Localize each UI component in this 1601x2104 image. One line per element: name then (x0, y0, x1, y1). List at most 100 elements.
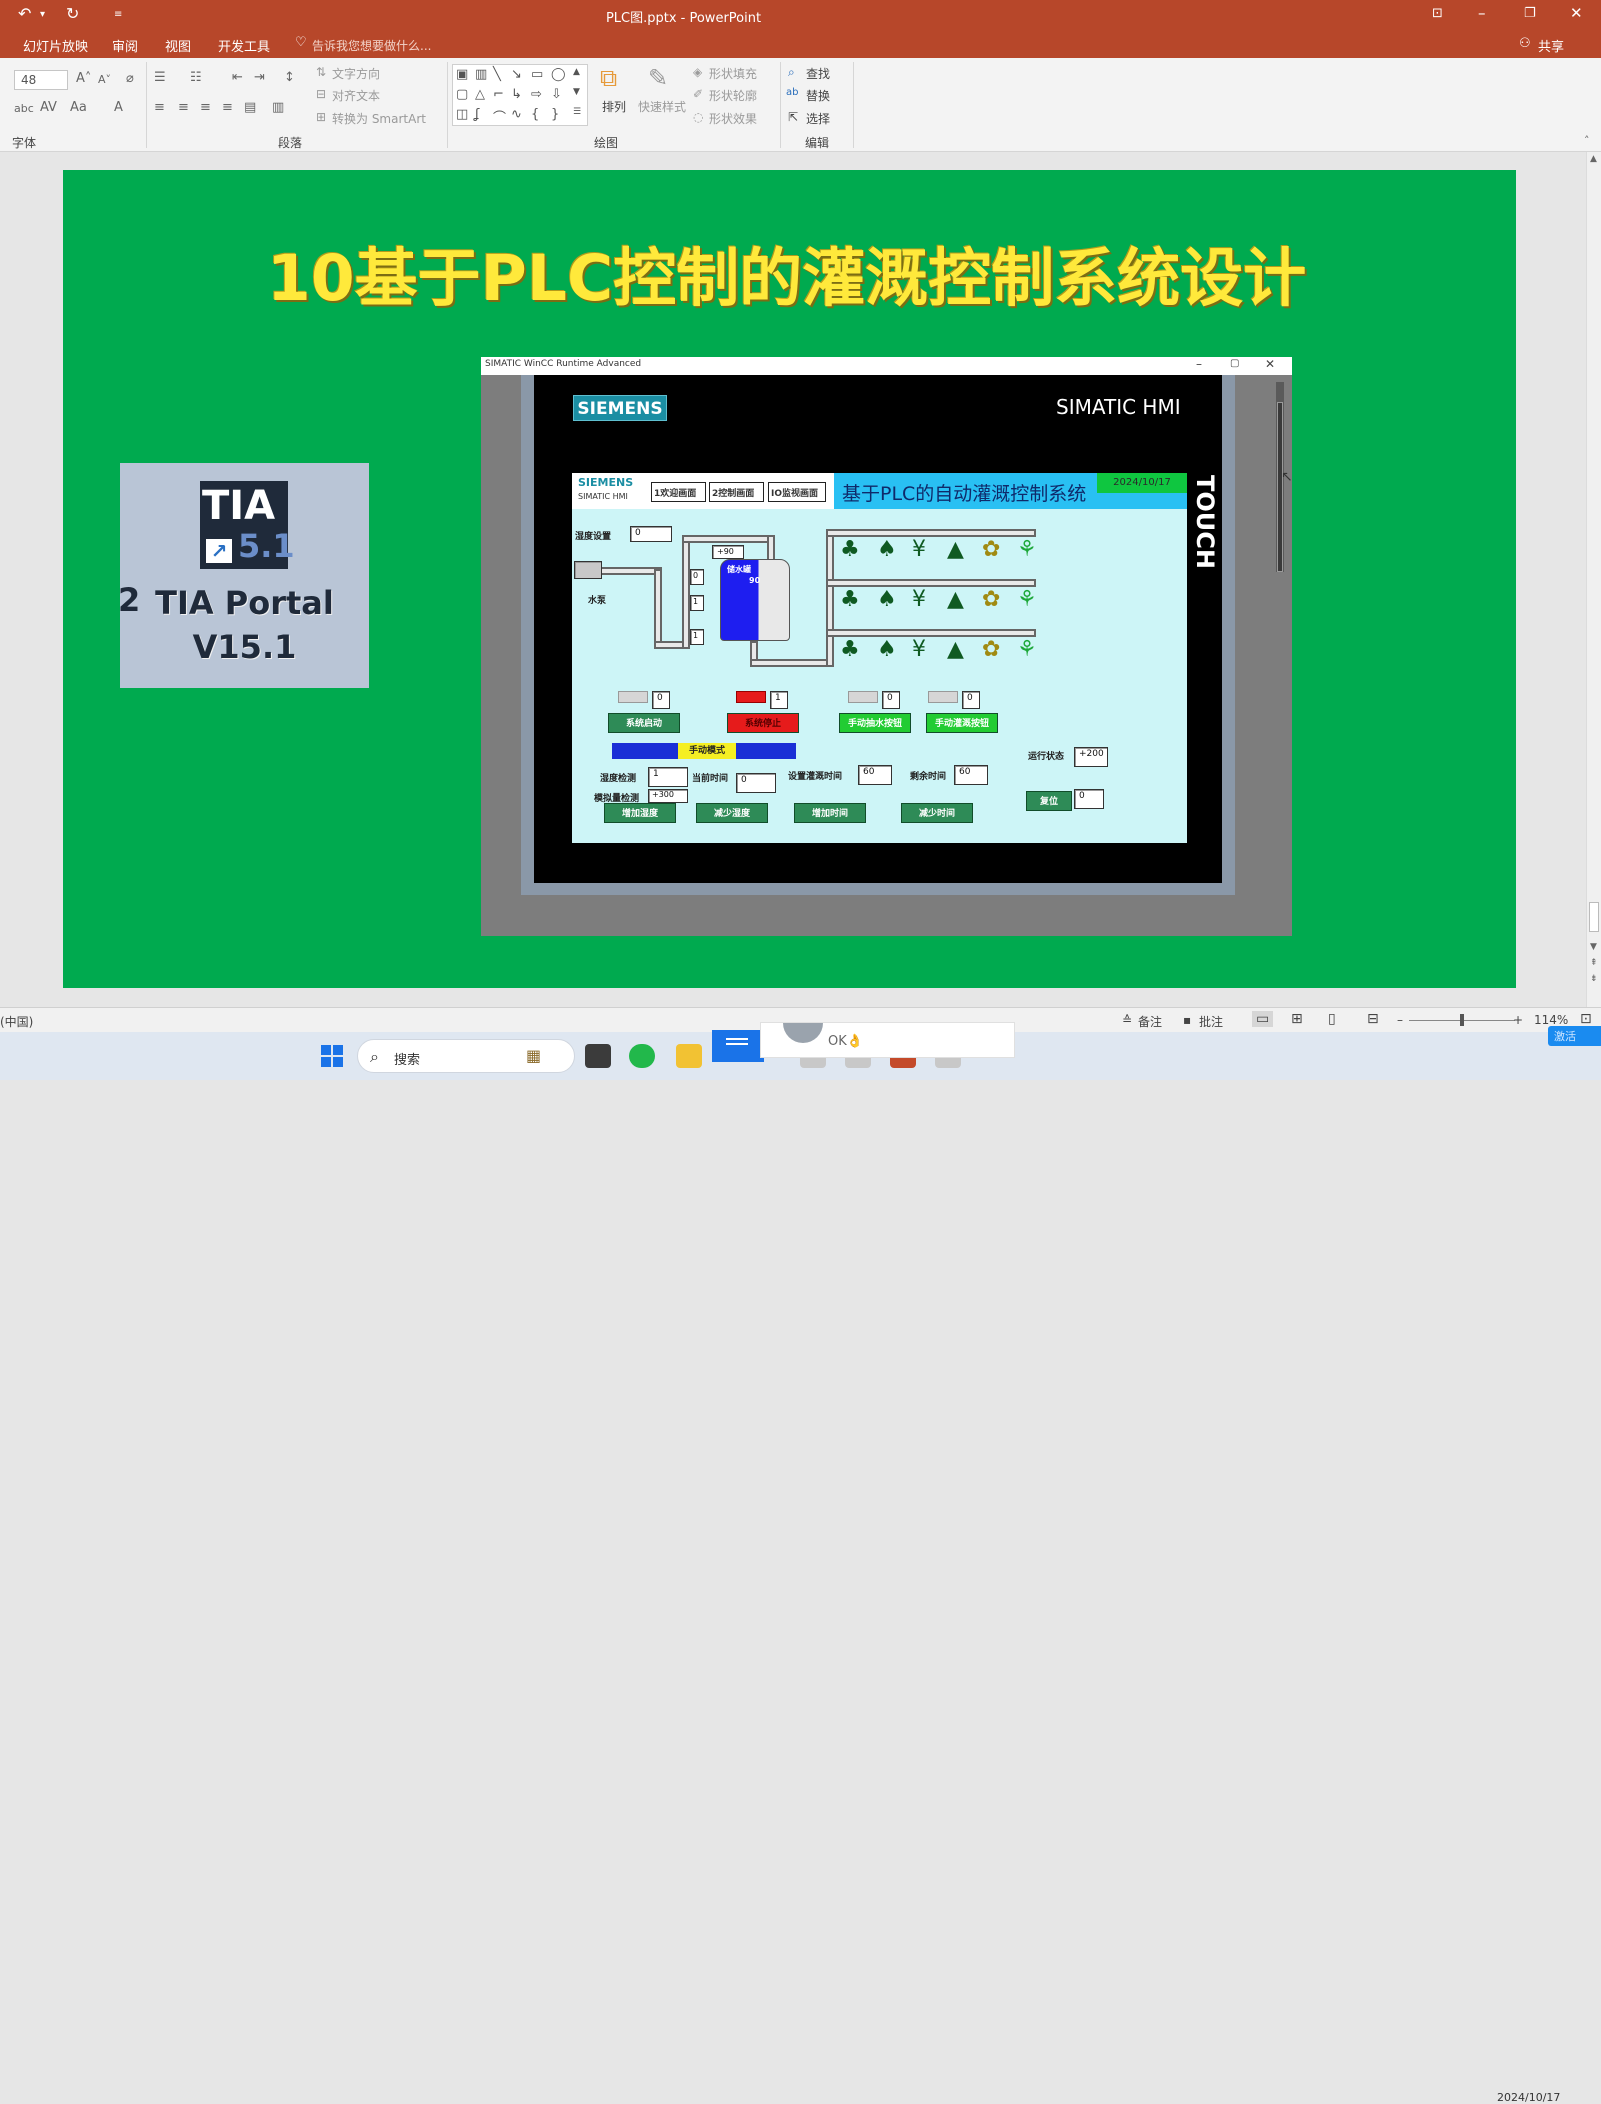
shrink-font-icon[interactable]: A˅ (98, 73, 111, 86)
notes-button[interactable]: 备注 (1138, 1013, 1162, 1030)
replace-button[interactable]: 替换 (806, 87, 830, 104)
shape-effects-button[interactable]: 形状效果 (709, 110, 757, 127)
ribbon-display-options-icon[interactable]: ⊡ (1432, 6, 1443, 21)
zoom-slider-thumb[interactable] (1460, 1014, 1464, 1026)
quick-styles-icon[interactable]: ✎ (648, 64, 668, 92)
collapse-ribbon-icon[interactable]: ˄ (1584, 134, 1590, 147)
line-spacing-icon[interactable]: ↕ (284, 70, 295, 85)
increase-indent-icon[interactable]: ⇥ (254, 70, 265, 85)
taskbar-date[interactable]: 2024/10/17 (1497, 2091, 1560, 2104)
font-size-box[interactable]: 48 (14, 70, 68, 90)
notes-icon: ≙ (1122, 1013, 1133, 1027)
arrange-icon[interactable]: ⧉ (600, 64, 617, 92)
line-shape-icon[interactable]: ╲ (493, 67, 501, 82)
slideshow-icon[interactable]: ⊟ (1367, 1011, 1379, 1027)
scroll-thumb[interactable] (1589, 902, 1599, 932)
windows-start-icon[interactable] (321, 1045, 343, 1067)
prev-slide-icon[interactable]: ⇞ (1590, 958, 1598, 968)
notification-tab[interactable] (712, 1030, 764, 1062)
gallery-up-icon[interactable]: ▲ (573, 67, 580, 77)
quick-styles-button[interactable]: 快速样式 (638, 98, 686, 115)
close-icon[interactable]: ✕ (1570, 4, 1583, 22)
triangle-shape-icon[interactable]: △ (475, 87, 485, 102)
share-button[interactable]: 共享 (1538, 36, 1564, 55)
minimize-icon[interactable]: – (1478, 4, 1486, 22)
simatic-hmi-label: SIMATIC HMI (1056, 395, 1181, 419)
tia-portal-image[interactable]: TIA 5.1 ↗ 2 TIA Portal V15.1 (118, 463, 369, 688)
vertical-scrollbar[interactable]: ▲ ▼ ⇞ ⇟ (1586, 152, 1601, 1007)
taskbar-search[interactable]: ⌕ 搜索 ▦ (357, 1039, 575, 1073)
curve-shape-icon[interactable]: ∿ (511, 107, 522, 122)
change-case-icon[interactable]: Aa (70, 100, 87, 115)
justify-icon[interactable]: ≡ (222, 100, 233, 115)
find-button[interactable]: 查找 (806, 65, 830, 82)
slide-canvas[interactable]: 10基于PLC控制的灌溉控制系统设计 TIA 5.1 ↗ 2 TIA Porta… (63, 170, 1516, 988)
down-arrow-shape-icon[interactable]: ⇩ (551, 87, 562, 102)
align-left-icon[interactable]: ≡ (154, 100, 165, 115)
strikethrough-icon[interactable]: abc (14, 102, 34, 115)
right-brace-shape-icon[interactable]: } (551, 107, 559, 122)
restore-icon[interactable]: ❐ (1524, 6, 1536, 21)
normal-view-icon[interactable]: ▭ (1252, 1011, 1274, 1027)
tab-review[interactable]: 审阅 (112, 36, 138, 55)
gallery-more-icon[interactable]: ☰ (573, 107, 581, 117)
scroll-down-icon[interactable]: ▼ (1590, 942, 1597, 952)
language-status[interactable]: (中国) (0, 1013, 33, 1030)
shape-outline-button[interactable]: 形状轮廓 (709, 87, 757, 104)
char-spacing-icon[interactable]: AV (40, 100, 57, 115)
elbow-connector-icon[interactable]: ⌐ (493, 87, 504, 102)
wechat-icon[interactable] (629, 1044, 655, 1068)
file-explorer-icon[interactable] (676, 1044, 702, 1068)
shapes-gallery[interactable]: ▣ ▥ ╲ ↘ ▭ ◯ ▢ △ ⌐ ↳ ⇨ ⇩ ◫ ʆ ⌒ ∿ { } ▲ ▼ … (452, 64, 588, 126)
rounded-rect-shape-icon[interactable]: ▢ (456, 87, 468, 102)
align-center-icon[interactable]: ≡ (178, 100, 189, 115)
elbow-arrow-icon[interactable]: ↳ (511, 87, 522, 102)
arrange-button[interactable]: 排列 (602, 98, 626, 115)
right-arrow-shape-icon[interactable]: ⇨ (531, 87, 542, 102)
distributed-icon[interactable]: ▤ (244, 100, 256, 115)
activate-windows-badge[interactable]: 激活 (1548, 1026, 1601, 1046)
tab-developer[interactable]: 开发工具 (218, 36, 270, 55)
rectangle-shape-icon[interactable]: ▭ (531, 67, 543, 82)
text-direction-button[interactable]: 文字方向 (332, 65, 380, 82)
lamp-pump-value: 0 (882, 691, 900, 709)
tab-slideshow[interactable]: 幻灯片放映 (23, 36, 88, 55)
shape-fill-button[interactable]: 形状填充 (709, 65, 757, 82)
grow-font-icon[interactable]: A˄ (76, 71, 91, 86)
pipe-value-3: 1 (690, 629, 704, 645)
tab-view[interactable]: 视图 (165, 36, 191, 55)
clear-format-icon[interactable]: ⌀ (126, 71, 134, 86)
reading-view-icon[interactable]: ▯ (1328, 1011, 1336, 1027)
arrow-line-shape-icon[interactable]: ↘ (511, 67, 522, 82)
comments-button[interactable]: 批注 (1199, 1013, 1223, 1030)
vtextbox-shape-icon[interactable]: ▥ (475, 67, 487, 82)
left-brace-shape-icon[interactable]: { (531, 107, 539, 122)
freeform-shape-icon[interactable]: ʆ (475, 107, 479, 122)
next-slide-icon[interactable]: ⇟ (1590, 974, 1598, 984)
chat-popup[interactable]: OK👌 (760, 1022, 1015, 1058)
zoom-level[interactable]: 114% (1534, 1013, 1568, 1027)
tell-me-input[interactable]: 告诉我您想要做什么... (312, 37, 431, 54)
numbering-icon[interactable]: ☷ (190, 70, 202, 85)
select-button[interactable]: 选择 (806, 110, 830, 127)
scroll-up-icon[interactable]: ▲ (1590, 154, 1597, 164)
slide-sorter-icon[interactable]: ⊞ (1291, 1011, 1303, 1027)
wincc-runtime-image[interactable]: SIMATIC WinCC Runtime Advanced – ▢ ✕ SIE… (481, 357, 1293, 936)
textbox-shape-icon[interactable]: ▣ (456, 67, 468, 82)
decrease-indent-icon[interactable]: ⇤ (232, 70, 243, 85)
arc-shape-icon[interactable]: ⌒ (493, 107, 506, 126)
oval-shape-icon[interactable]: ◯ (551, 67, 566, 82)
font-color-icon[interactable]: A (114, 100, 123, 115)
align-right-icon[interactable]: ≡ (200, 100, 211, 115)
callout-shape-icon[interactable]: ◫ (456, 107, 468, 122)
zoom-in-icon[interactable]: + (1513, 1013, 1523, 1027)
gallery-down-icon[interactable]: ▼ (573, 87, 580, 97)
bullets-icon[interactable]: ☰ (154, 70, 166, 85)
fit-slide-icon[interactable]: ⊡ (1580, 1011, 1592, 1027)
slide-title[interactable]: 10基于PLC控制的灌溉控制系统设计 (267, 228, 1467, 319)
zoom-out-icon[interactable]: – (1397, 1013, 1403, 1027)
smartart-button[interactable]: 转换为 SmartArt (332, 110, 426, 127)
task-view-icon[interactable] (585, 1044, 611, 1068)
columns-icon[interactable]: ▥ (272, 100, 284, 115)
align-text-button[interactable]: 对齐文本 (332, 87, 380, 104)
